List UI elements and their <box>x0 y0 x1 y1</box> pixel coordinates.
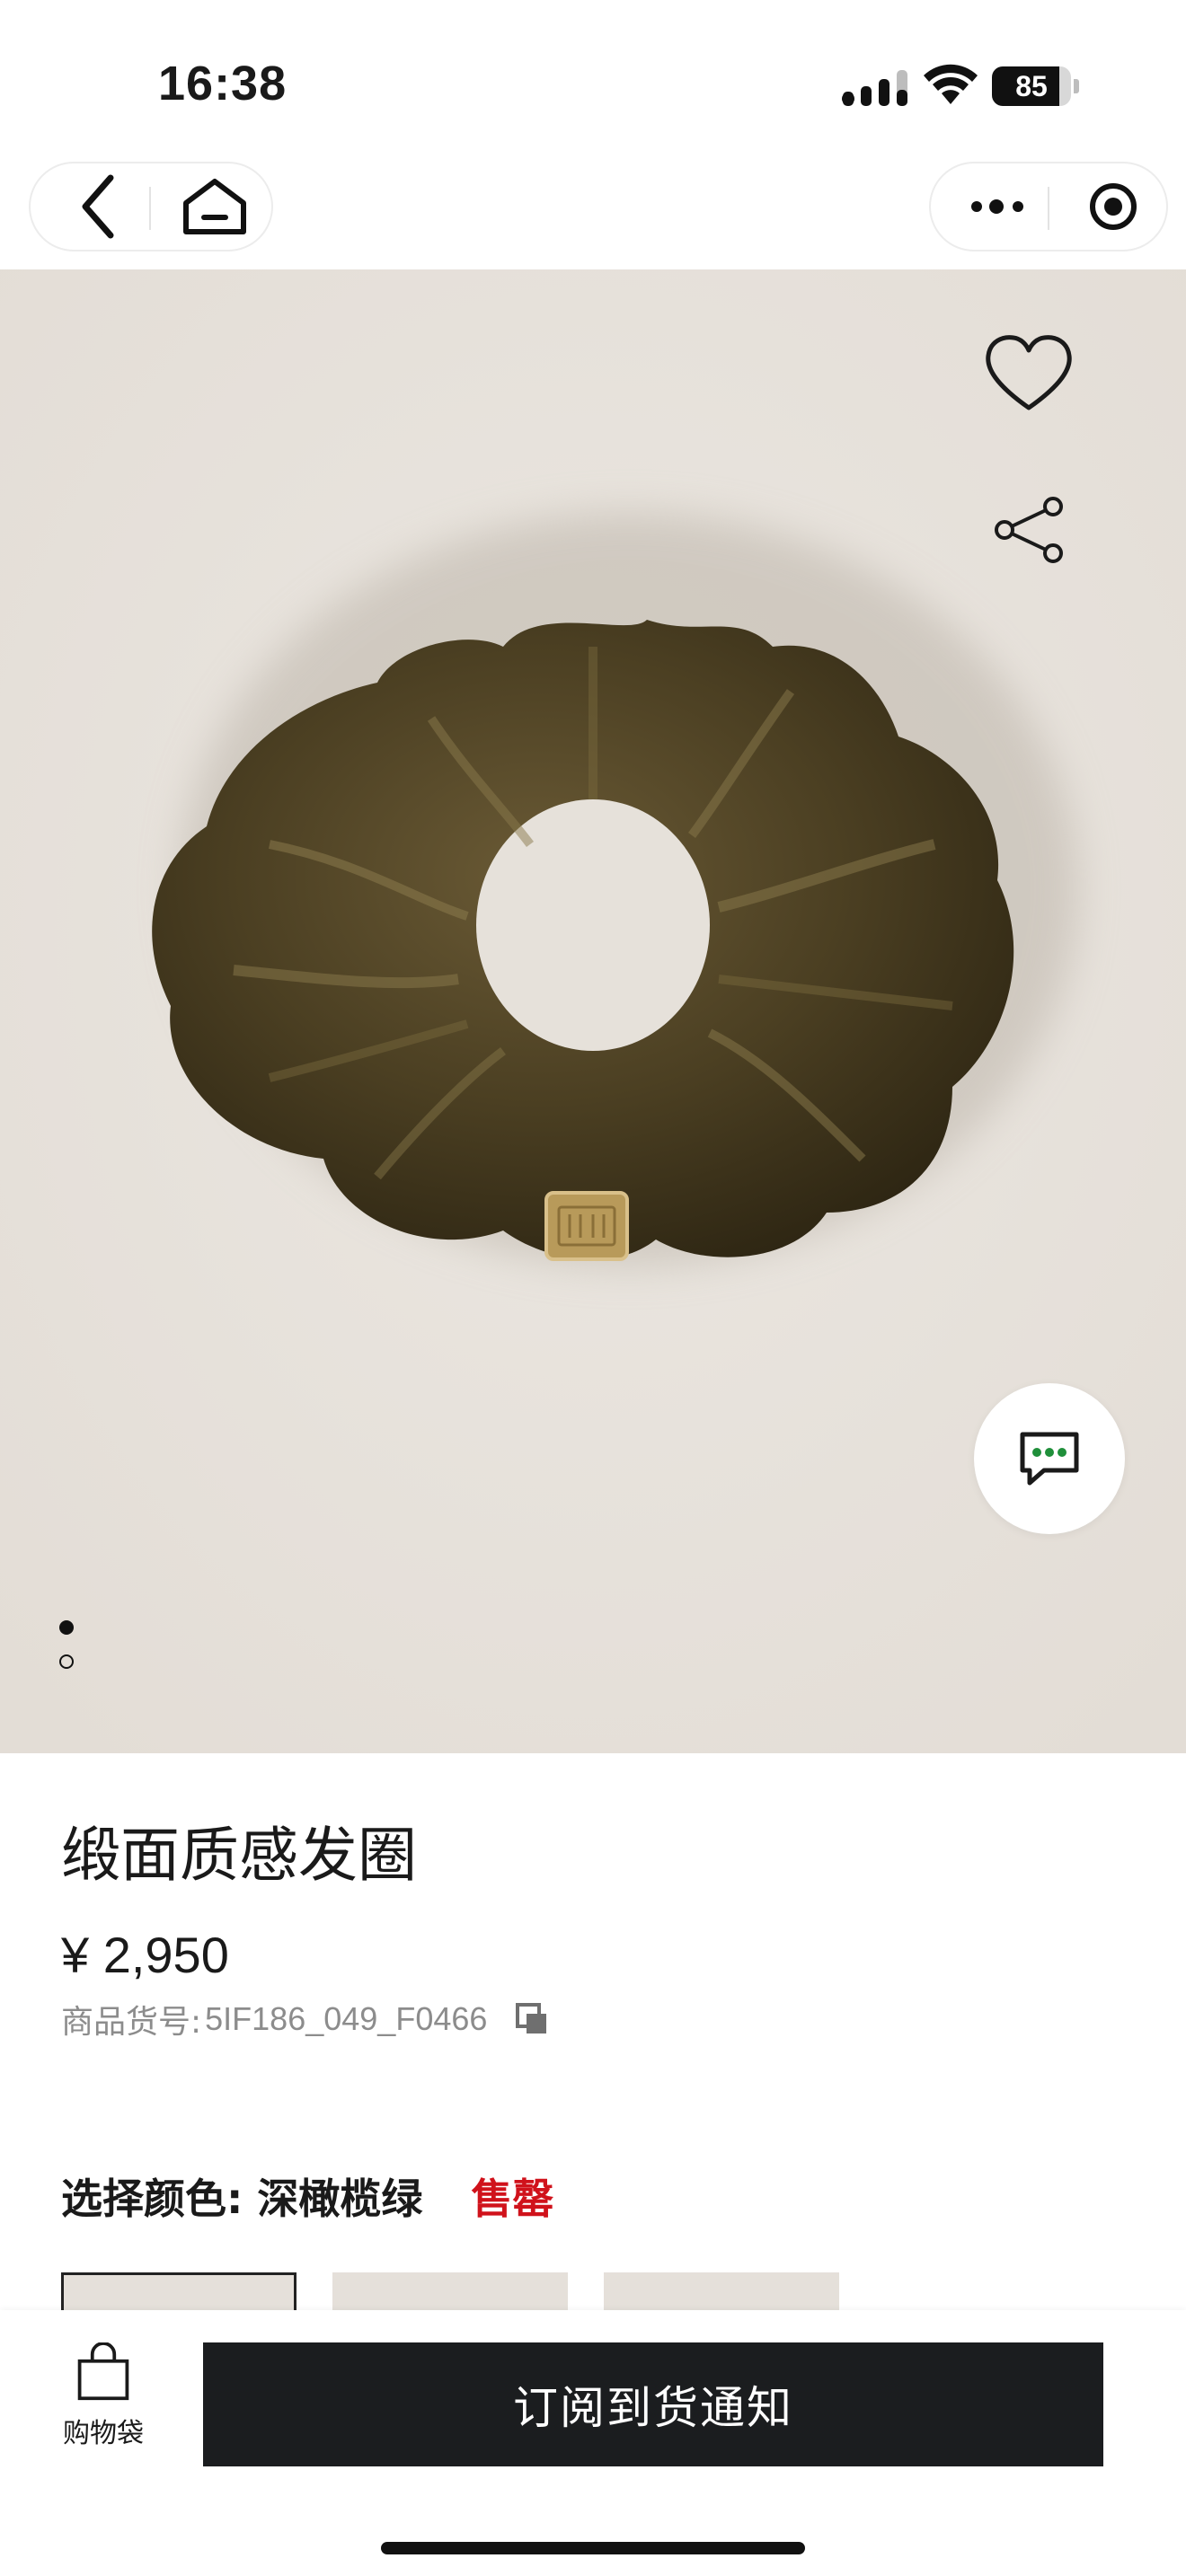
share-button[interactable] <box>988 494 1069 566</box>
carousel-dot-active[interactable] <box>59 1620 74 1635</box>
product-photo <box>0 269 1186 1753</box>
favorite-button[interactable] <box>979 329 1078 419</box>
carousel-indicator <box>59 1620 74 1689</box>
color-swatch-selected[interactable] <box>61 2272 296 2312</box>
heart-icon <box>986 335 1072 410</box>
status-bar: 16:38 85 <box>0 0 1186 162</box>
copy-icon[interactable] <box>514 2001 550 2037</box>
status-time: 16:38 <box>158 57 288 110</box>
nav-capsule-right <box>929 162 1168 251</box>
more-button[interactable] <box>949 163 1048 250</box>
product-image-carousel[interactable] <box>0 269 1186 1753</box>
more-dots-icon <box>971 199 1023 214</box>
home-button[interactable] <box>165 163 264 250</box>
selected-color-label: 选择颜色: 深橄榄绿 <box>61 2175 423 2223</box>
close-miniprogram-button[interactable] <box>1064 163 1163 250</box>
chevron-left-icon <box>82 174 114 239</box>
sku-row: 商品货号: 5IF186_049_F0466 <box>61 1996 550 2042</box>
shopping-bag-icon <box>77 2342 129 2401</box>
product-price: ¥ 2,950 <box>61 1927 229 1983</box>
color-swatches <box>61 2272 1139 2312</box>
customer-service-button[interactable] <box>974 1383 1125 1534</box>
home-icon <box>183 179 246 234</box>
nav-capsule-left <box>29 162 273 251</box>
sold-out-badge: 售罄 <box>471 2175 554 2223</box>
battery-percent: 85 <box>1015 70 1048 102</box>
shopping-bag-button[interactable]: 购物袋 <box>54 2342 153 2450</box>
product-title: 缎面质感发圈 <box>61 1821 417 1890</box>
subscribe-restock-button[interactable]: 订阅到货通知 <box>203 2342 1103 2466</box>
sku-label: 商品货号: <box>61 2004 202 2041</box>
carousel-dot[interactable] <box>59 1654 74 1669</box>
share-icon <box>995 497 1063 563</box>
color-swatch[interactable] <box>604 2272 839 2312</box>
home-indicator[interactable] <box>381 2542 805 2554</box>
color-selector-label: 选择颜色: 深橄榄绿 售罄 <box>61 2166 553 2226</box>
cellular-signal-icon <box>842 70 907 106</box>
chat-bubble-icon <box>1020 1432 1079 1486</box>
sku-value: 5IF186_049_F0466 <box>205 2000 488 2037</box>
target-circle-icon <box>1090 183 1137 230</box>
battery-indicator: 85 <box>992 66 1079 106</box>
shopping-bag-label: 购物袋 <box>63 2418 144 2449</box>
color-swatch[interactable] <box>332 2272 568 2312</box>
wifi-icon <box>924 64 978 104</box>
bottom-action-bar: 购物袋 订阅到货通知 <box>0 2310 1186 2576</box>
back-button[interactable] <box>49 163 147 250</box>
